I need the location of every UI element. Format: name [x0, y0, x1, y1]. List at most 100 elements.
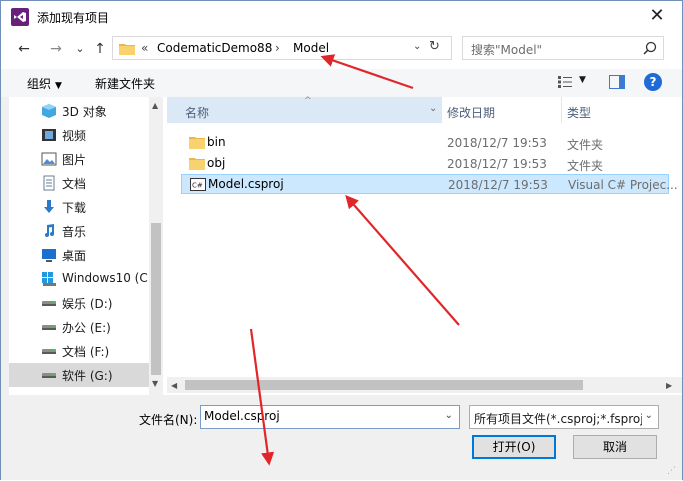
file-type: 文件夹 — [567, 159, 604, 173]
file-list-horizontal-scrollbar[interactable]: ◀ ▶ — [167, 377, 682, 393]
csproj-icon: C# — [190, 178, 206, 191]
filename-label: 文件名(N): — [139, 413, 198, 427]
sidebar-item-label: 文档 (F:) — [62, 345, 110, 359]
scroll-up-icon[interactable]: ▲ — [152, 101, 158, 110]
documents-icon — [41, 175, 57, 191]
column-header-name[interactable]: ^ 名称 ⌄ — [167, 96, 441, 123]
sidebar-item[interactable]: 桌面 — [9, 243, 149, 267]
search-box[interactable]: 搜索"Model" — [462, 36, 664, 60]
sidebar-item[interactable]: 视频 — [9, 123, 149, 147]
desktop-icon — [41, 247, 57, 263]
file-date: 2018/12/7 19:53 — [447, 157, 547, 171]
column-divider[interactable] — [561, 97, 562, 123]
video-icon — [41, 127, 57, 143]
sidebar-item-label: Windows10 (C: — [62, 271, 152, 285]
scrollbar-thumb[interactable] — [185, 380, 583, 390]
back-arrow-icon[interactable]: ← — [13, 38, 35, 60]
sidebar-item[interactable]: 文档 (F:) — [9, 339, 149, 363]
sidebar-item[interactable]: 软件 (G:) — [9, 363, 149, 387]
recent-locations-icon[interactable]: ⌄ — [69, 38, 91, 60]
sidebar-item-label: 娱乐 (D:) — [62, 297, 113, 311]
file-type: 文件夹 — [567, 138, 604, 152]
column-header-date[interactable]: 修改日期 — [447, 97, 557, 123]
column-filter-icon[interactable]: ⌄ — [429, 103, 437, 114]
search-icon[interactable] — [643, 41, 657, 55]
scroll-left-icon[interactable]: ◀ — [171, 381, 177, 390]
chevron-down-icon[interactable]: ⌄ — [645, 410, 653, 421]
title-bar: 添加现有项目 ✕ — [1, 1, 682, 31]
folder-icon — [189, 136, 205, 149]
column-header-date-label: 修改日期 — [447, 106, 496, 120]
chevron-down-icon[interactable]: ⌄ — [413, 41, 427, 52]
forward-arrow-icon[interactable]: → — [45, 38, 67, 60]
sidebar-item-label: 办公 (E:) — [62, 321, 111, 335]
scroll-right-icon[interactable]: ▶ — [666, 381, 672, 390]
pictures-icon — [41, 151, 57, 167]
filename-combobox[interactable]: ⌄ — [200, 405, 460, 429]
view-dropdown-icon[interactable]: ▼ — [579, 75, 586, 85]
column-header-type-label: 类型 — [567, 106, 592, 120]
refresh-icon[interactable]: ↻ — [429, 39, 447, 54]
close-icon[interactable]: ✕ — [646, 5, 668, 27]
sidebar-item-label: 音乐 — [62, 225, 87, 239]
file-row[interactable]: obj 2018/12/7 19:53 文件夹 — [181, 154, 669, 174]
new-folder-button[interactable]: 新建文件夹 — [95, 75, 155, 92]
file-name: obj — [207, 156, 226, 170]
up-arrow-icon[interactable]: ↑ — [89, 38, 111, 60]
resize-grip-icon[interactable]: ⋰ — [667, 466, 676, 476]
window-title: 添加现有项目 — [37, 11, 110, 25]
navigation-pane: 3D 对象视频图片文档下载音乐桌面 Windows10 (C: 娱乐 (D:) 办公 … — [9, 97, 163, 395]
drive-icon — [41, 367, 57, 383]
svg-text:C#: C# — [192, 182, 203, 190]
sort-ascending-icon: ^ — [304, 96, 312, 106]
sidebar-item[interactable]: 文档 — [9, 171, 149, 195]
help-icon[interactable]: ? — [644, 73, 662, 91]
music-icon — [41, 223, 57, 239]
filename-field[interactable] — [204, 409, 434, 423]
windows-drive-icon — [41, 271, 57, 287]
breadcrumb-item-model[interactable]: Model — [293, 41, 329, 55]
sidebar-item-label: 3D 对象 — [62, 105, 107, 119]
sidebar-item[interactable]: 下载 — [9, 195, 149, 219]
file-type-filter-value: 所有项目文件(*.csproj;*.fsproj — [474, 412, 642, 426]
preview-pane-icon[interactable] — [609, 75, 625, 89]
file-type-filter-select[interactable]: 所有项目文件(*.csproj;*.fsproj ⌄ — [469, 405, 659, 429]
sidebar-item-label: 图片 — [62, 153, 87, 167]
view-options-icon[interactable] — [558, 76, 572, 88]
file-row[interactable]: C# Model.csproj 2018/12/7 19:53 Visual C# P… — [181, 174, 678, 194]
sidebar-item[interactable]: 音乐 — [9, 219, 149, 243]
cancel-button[interactable]: 取消 — [573, 435, 657, 459]
breadcrumb-overflow[interactable]: « — [141, 41, 148, 55]
sidebar-item[interactable]: Windows10 (C: — [9, 267, 152, 291]
address-bar[interactable]: « CodematicDemo88 › Model ⌄ ↻ — [112, 36, 452, 60]
sidebar-item-label: 文档 — [62, 177, 87, 191]
column-header-type[interactable]: 类型 — [567, 97, 667, 123]
visual-studio-logo-icon — [11, 8, 29, 26]
scroll-down-icon[interactable]: ▼ — [152, 379, 158, 388]
folder-icon — [119, 44, 135, 55]
column-header-name-label: 名称 — [185, 106, 210, 120]
sidebar-item[interactable]: 3D 对象 — [9, 99, 149, 123]
left-edge-strip — [1, 97, 9, 395]
sidebar-item[interactable]: 办公 (E:) — [9, 315, 149, 339]
file-type: Visual C# Projec... — [568, 178, 678, 192]
search-placeholder: 搜索"Model" — [471, 43, 543, 57]
breadcrumb-separator: › — [275, 41, 280, 55]
file-name: bin — [207, 135, 226, 149]
navigation-bar: ← → ⌄ ↑ « CodematicDemo88 › Model ⌄ ↻ 搜索… — [1, 33, 682, 65]
breadcrumb-item-codematicdemo88[interactable]: CodematicDemo88 — [157, 41, 272, 55]
file-row[interactable]: bin 2018/12/7 19:53 文件夹 — [181, 133, 669, 153]
organize-button[interactable]: 组织 ▼ — [27, 75, 62, 92]
navigation-pane-scrollbar[interactable]: ▲ ▼ — [149, 97, 163, 395]
sidebar-item[interactable]: 娱乐 (D:) — [9, 291, 149, 315]
file-list: ^ 名称 ⌄ 修改日期 类型 bin 2018/12/7 19:53 文件夹 obj 2… — [167, 96, 682, 395]
sidebar-item-label: 桌面 — [62, 249, 87, 263]
open-button[interactable]: 打开(O) — [472, 435, 556, 459]
chevron-down-icon[interactable]: ⌄ — [445, 410, 453, 421]
column-divider[interactable] — [441, 97, 442, 123]
organize-label: 组织 — [27, 77, 52, 91]
sidebar-item[interactable]: 图片 — [9, 147, 149, 171]
command-bar: 组织 ▼ 新建文件夹 ▼ ? — [1, 69, 682, 97]
scrollbar-thumb[interactable] — [151, 223, 161, 375]
file-date: 2018/12/7 19:53 — [448, 178, 548, 192]
